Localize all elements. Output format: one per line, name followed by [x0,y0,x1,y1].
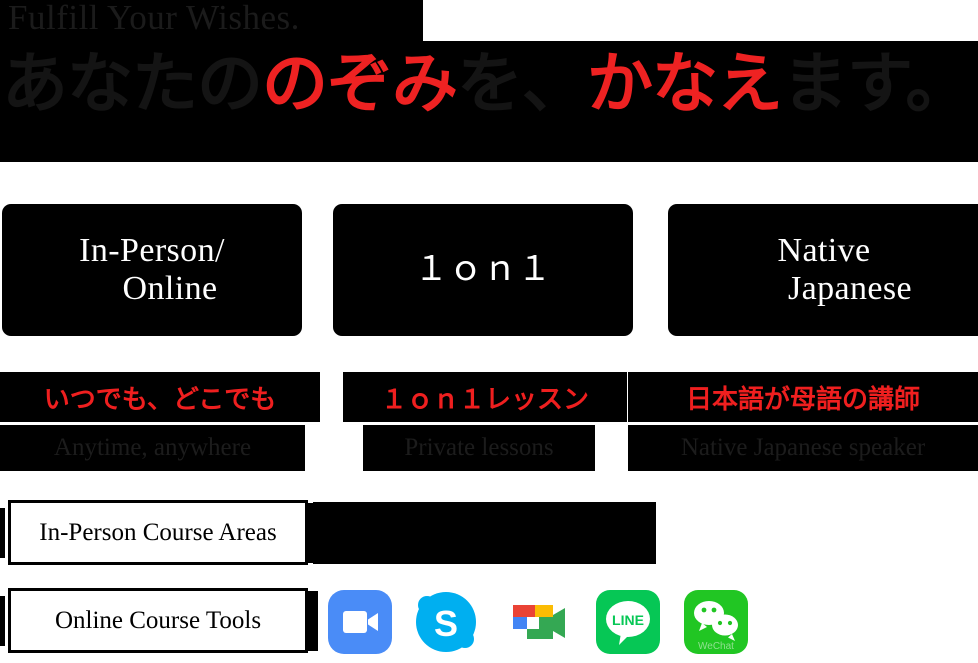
feature-card-3-line1: Native [777,231,871,269]
hero-japanese-headline: あなたののぞみを、かなえます。 [2,45,971,122]
feature-caption-jp-1: いつでも、どこでも [0,372,320,422]
feature-caption-jp-2: １ｏｎ１レッスン [343,372,627,422]
online-course-tools-label[interactable]: Online Course Tools [8,588,308,653]
feature-card-3-text: Native Japanese [722,232,926,308]
feature-caption-jp-3: 日本語が母語の講師 [628,372,978,422]
feature-caption-en-3: Native Japanese speaker [628,425,978,471]
poster-canvas: Fulfill Your Wishes. あなたののぞみを、かなえます。 In-… [0,0,978,663]
hero-english-tagline: Fulfill Your Wishes. [8,0,300,37]
feature-card-2-text: １ｏｎ１ [400,251,566,289]
feature-card-native-japanese[interactable]: Native Japanese [668,204,978,336]
tools-row-left-marker [0,596,5,646]
online-tool-icon-list: S LINE WeChat [327,589,978,659]
hero-jp-seg-5: ます。 [782,45,971,122]
zoom-icon[interactable] [327,589,393,655]
areas-row-left-marker [0,508,5,558]
line-icon[interactable]: LINE [595,589,661,655]
skype-icon[interactable]: S [413,589,479,655]
feature-caption-en-2: Private lessons [363,425,595,471]
svg-text:LINE: LINE [612,612,644,628]
feature-card-1-text: In-Person/ Online [65,232,239,308]
wechat-icon[interactable]: WeChat [683,589,749,655]
in-person-course-areas-label[interactable]: In-Person Course Areas [8,500,308,565]
hero-jp-seg-1: あなたの [2,45,263,122]
feature-card-1on1[interactable]: １ｏｎ１ [333,204,633,336]
feature-card-1-line1: In-Person/ [79,231,225,269]
svg-text:WeChat: WeChat [698,641,734,652]
hero-jp-seg-3: を、 [457,45,588,122]
in-person-course-areas-value [313,502,656,564]
hero-jp-seg-4: かなえ [587,45,783,122]
feature-card-1-line2: Online [122,270,218,307]
google-meet-icon[interactable] [505,589,571,655]
feature-card-in-person-online[interactable]: In-Person/ Online [2,204,302,336]
tools-row-connector [308,591,318,651]
feature-card-3-line2: Japanese [787,270,913,307]
hero-jp-seg-2: のぞみ [262,45,458,122]
feature-card-2-line1: １ｏｎ１ [414,250,552,288]
feature-caption-en-1: Anytime, anywhere [0,425,305,471]
svg-text:S: S [434,603,458,644]
